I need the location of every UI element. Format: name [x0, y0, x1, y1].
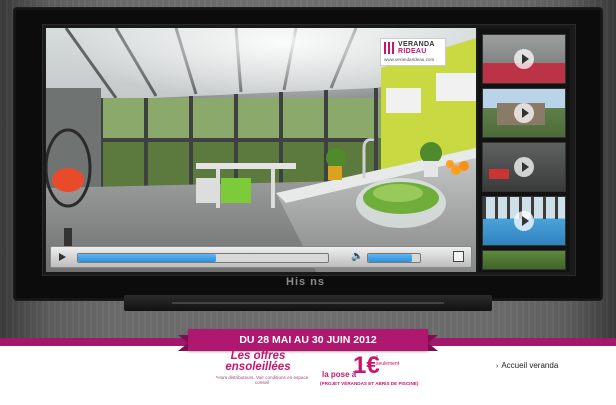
video-controls-bar: 🔈: [50, 246, 472, 268]
accueil-veranda-link[interactable]: › Accueil veranda: [496, 361, 558, 370]
volume-fill: [368, 254, 413, 262]
accueil-veranda-label: Accueil veranda: [501, 361, 559, 370]
playlist-thumb-2[interactable]: [482, 88, 566, 138]
video-player[interactable]: VERANDA RIDEAU www.verandarideau.com: [46, 28, 476, 272]
promo-price-unit: seulement: [376, 361, 400, 367]
playlist-thumb-1[interactable]: [482, 34, 566, 84]
fullscreen-icon[interactable]: [453, 251, 464, 262]
play-icon: [514, 103, 534, 123]
logo-stripes: [384, 42, 396, 54]
tv-stand-slot: [172, 302, 444, 304]
promo-offers-subtext: *Hors distributeurs. Voir conditions en …: [215, 375, 309, 385]
playlist-thumb-5[interactable]: [482, 250, 566, 270]
playlist-thumb-4[interactable]: [482, 196, 566, 246]
logo-brand-line1: VERANDA: [398, 41, 435, 48]
play-button-icon[interactable]: [59, 253, 66, 261]
play-icon: [514, 157, 534, 177]
promo-price-subtext: (PROJET VÉRANDAS ET ABRIS DE PISCINE): [320, 381, 419, 386]
playlist-thumb-3[interactable]: [482, 142, 566, 192]
play-icon: [514, 211, 534, 231]
volume-track[interactable]: [367, 253, 421, 263]
promo-offers-title[interactable]: Les offres ensoleillées: [208, 350, 308, 373]
promo-price-label: la pose à: [322, 370, 357, 379]
play-icon: [514, 49, 534, 69]
volume-icon[interactable]: 🔈: [351, 251, 363, 262]
progress-track[interactable]: [77, 253, 329, 263]
logo-url: www.verandarideau.com: [384, 57, 435, 62]
progress-fill: [78, 254, 216, 262]
promo-offers-title-line2: ensoleillées: [225, 361, 291, 373]
promo-date-ribbon: DU 28 MAI AU 30 JUIN 2012: [178, 329, 438, 351]
logo-brand-line2: RIDEAU: [398, 48, 427, 55]
video-playlist: [478, 28, 570, 272]
chevron-right-icon: ›: [496, 363, 499, 370]
watermark-logo: VERANDA RIDEAU www.verandarideau.com: [380, 38, 446, 66]
tv-brand-logo: His ns: [286, 276, 326, 288]
promo-price-note: * seulement: [376, 355, 399, 367]
